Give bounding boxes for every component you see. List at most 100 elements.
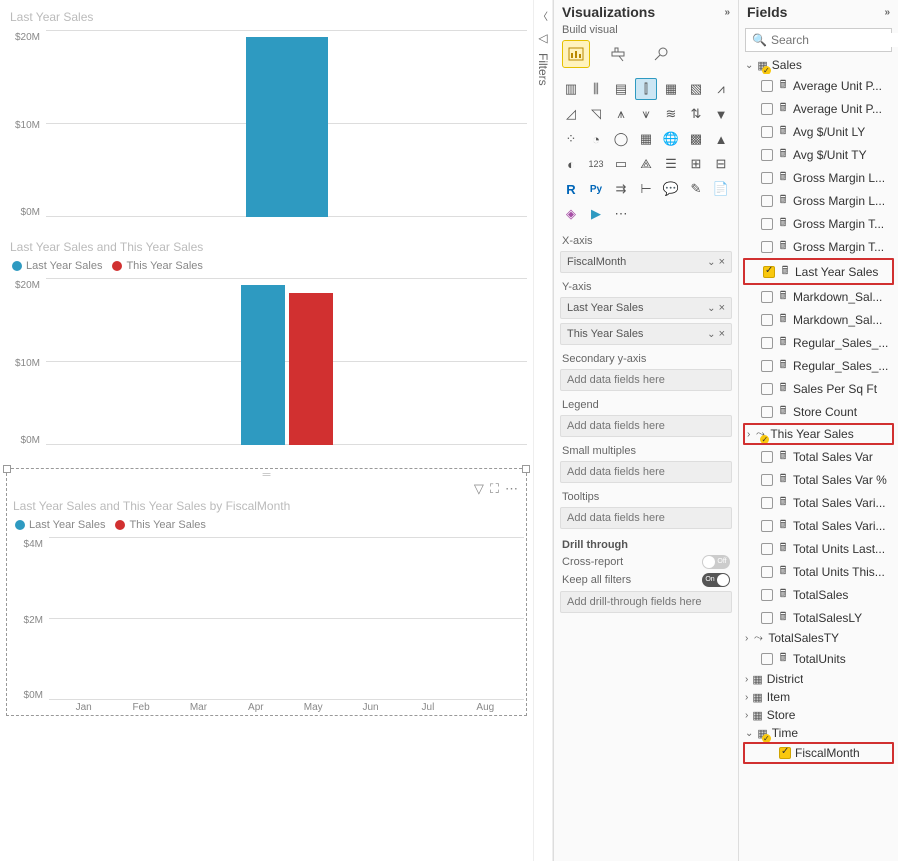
line-clustered-column-icon[interactable]: ⩛ [635,103,657,125]
field-md1[interactable]: 🖩Markdown_Sal... [743,285,894,308]
100-stacked-column-icon[interactable]: ▧ [685,78,707,100]
checkbox[interactable] [779,747,791,759]
map-icon[interactable]: 🌐 [660,128,682,150]
azure-map-icon[interactable]: ▲ [710,128,732,150]
field-tsvari1[interactable]: 🖩Total Sales Vari... [743,491,894,514]
checkbox[interactable] [761,612,773,624]
expand-left-icon[interactable]: 〈 [538,8,548,23]
visual-lys-tys[interactable]: Last Year Sales and This Year Sales Last… [6,240,527,458]
checkbox[interactable] [761,195,773,207]
ribbon-chart-icon[interactable]: ≋ [660,103,682,125]
field-avg-unit-ty[interactable]: 🖩Avg $/Unit TY [743,143,894,166]
field-last-year-sales[interactable]: 🖩Last Year Sales [743,258,894,285]
python-visual-icon[interactable]: Py [585,178,607,200]
field-tsalesly[interactable]: 🖩TotalSalesLY [743,606,894,629]
bar-lys[interactable] [241,285,285,445]
more-icon[interactable]: ⋯ [505,481,518,497]
chevron-down-icon[interactable]: ⌄ [707,303,715,314]
checkbox[interactable] [761,291,773,303]
waterfall-icon[interactable]: ⇅ [685,103,707,125]
field-gml1[interactable]: 🖩Gross Margin L... [743,166,894,189]
stacked-bar-icon[interactable]: ▥ [560,78,582,100]
field-tsalesty[interactable]: ›⤳TotalSalesTY [743,629,894,647]
remove-icon[interactable]: × [716,302,725,314]
analytics-tab[interactable] [646,40,674,68]
multi-row-card-icon[interactable]: ▭ [610,153,632,175]
table-icon[interactable]: ⊞ [685,153,707,175]
bar-tys[interactable] [289,293,333,445]
field-gmt1[interactable]: 🖩Gross Margin T... [743,212,894,235]
secondary-yaxis-well[interactable] [560,369,732,391]
checkbox[interactable] [761,172,773,184]
format-visual-tab[interactable] [604,40,632,68]
decomposition-tree-icon[interactable]: ⊢ [635,178,657,200]
drag-handle-icon[interactable]: ═ [9,471,524,479]
donut-icon[interactable]: ◯ [610,128,632,150]
checkbox[interactable] [761,653,773,665]
slicer-icon[interactable]: ☰ [660,153,682,175]
filter-icon[interactable]: ▽ [474,481,484,497]
qa-icon[interactable]: 💬 [660,178,682,200]
narrative-icon[interactable]: ✎ [685,178,707,200]
checkbox[interactable] [761,218,773,230]
field-tsales[interactable]: 🖩TotalSales [743,583,894,606]
field-gml2[interactable]: 🖩Gross Margin L... [743,189,894,212]
drill-through-well[interactable] [560,591,732,613]
small-multiples-well[interactable] [560,461,732,483]
field-tul[interactable]: 🖩Total Units Last... [743,537,894,560]
checkbox[interactable] [761,337,773,349]
checkbox[interactable] [761,566,773,578]
checkbox[interactable] [761,406,773,418]
visual-lys-tys-by-month[interactable]: ═ ▽ ⛶ ⋯ Last Year Sales and This Year Sa… [6,468,527,716]
checkbox[interactable] [761,543,773,555]
visual-lys-single[interactable]: Last Year Sales $20M $10M $0M [6,10,527,230]
yaxis-field-1[interactable]: Last Year Sales ⌄ × [560,297,732,319]
field-reg1[interactable]: 🖩Regular_Sales_... [743,331,894,354]
pie-icon[interactable]: ◔ [585,128,607,150]
cross-report-toggle[interactable]: Off [702,555,730,569]
checkbox[interactable] [761,497,773,509]
legend-well[interactable] [560,415,732,437]
checkbox[interactable] [761,103,773,115]
100-stacked-bar-icon[interactable]: ▦ [660,78,682,100]
table-item[interactable]: ›▦Item [743,688,894,706]
table-district[interactable]: ›▦District [743,670,894,688]
paginated-icon[interactable]: 📄 [710,178,732,200]
build-visual-tab[interactable] [562,40,590,68]
table-sales[interactable]: ⌄▦Sales [743,56,894,74]
scatter-icon[interactable]: ⁘ [560,128,582,150]
stacked-area-icon[interactable]: ◹ [585,103,607,125]
remove-icon[interactable]: × [716,328,725,340]
field-tunits[interactable]: 🖩TotalUnits [743,647,894,670]
field-avg-unit-p2[interactable]: 🖩Average Unit P... [743,97,894,120]
powerautomate-icon[interactable]: ▶ [585,203,607,225]
checkbox[interactable] [761,241,773,253]
kpi-icon[interactable]: ⟁ [635,153,657,175]
bar-lys-total[interactable] [246,37,328,217]
table-store[interactable]: ›▦Store [743,706,894,724]
treemap-icon[interactable]: ▦ [635,128,657,150]
search-input[interactable]: 🔍 [745,28,892,52]
checkbox[interactable] [761,126,773,138]
key-influencers-icon[interactable]: ⇉ [610,178,632,200]
checkbox[interactable] [761,360,773,372]
report-canvas[interactable]: Last Year Sales $20M $10M $0M Last Year … [0,0,533,861]
checkbox[interactable] [761,520,773,532]
focus-mode-icon[interactable]: ⛶ [490,481,499,497]
checkbox[interactable] [761,589,773,601]
area-chart-icon[interactable]: ◿ [560,103,582,125]
checkbox[interactable] [761,314,773,326]
field-tsv[interactable]: 🖩Total Sales Var [743,445,894,468]
field-this-year-sales[interactable]: ›⤳This Year Sales [743,423,894,445]
clustered-bar-icon[interactable]: ▤ [610,78,632,100]
xaxis-field[interactable]: FiscalMonth ⌄ × [560,251,732,273]
field-reg2[interactable]: 🖩Regular_Sales_... [743,354,894,377]
checkbox[interactable] [761,474,773,486]
field-tsvari2[interactable]: 🖩Total Sales Vari... [743,514,894,537]
stacked-column-icon[interactable]: ⫼ [585,78,607,100]
card-icon[interactable]: 123 [585,153,607,175]
tooltips-well[interactable] [560,507,732,529]
field-tut[interactable]: 🖩Total Units This... [743,560,894,583]
collapse-icon[interactable]: » [884,7,890,18]
remove-icon[interactable]: × [716,256,725,268]
